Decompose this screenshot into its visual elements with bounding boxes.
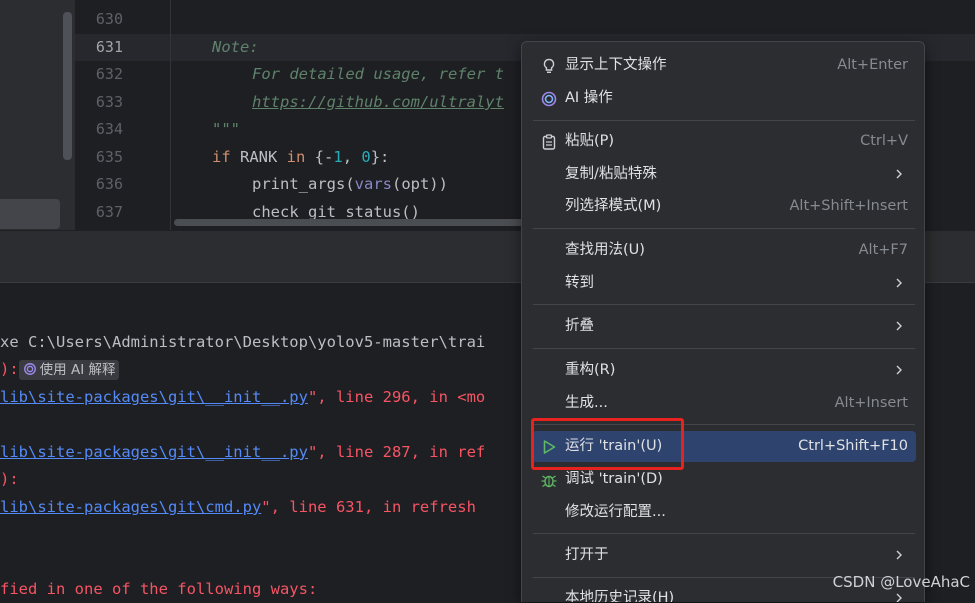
console-line: lib\site-packages\git\__init__.py", line… (0, 384, 485, 411)
menu-item-label: 修改运行配置... (565, 504, 666, 520)
menu-item-shortcut: Alt+Shift+Insert (789, 198, 908, 214)
menu-item-label: 复制/粘贴特殊 (565, 166, 657, 182)
ai-explain-label: 使用 AI 解释 (39, 361, 116, 378)
console-line: lib\site-packages\git\__init__.py", line… (0, 439, 485, 466)
chevron-right-icon (896, 278, 902, 288)
call-print-args: print_args( (252, 175, 355, 193)
set-open: {- (305, 148, 334, 166)
menu-item-folding[interactable]: 折叠 (532, 311, 916, 342)
project-panel-selected-item[interactable] (0, 199, 60, 229)
line-number-current: 631 (95, 38, 123, 56)
lightbulb-icon (543, 58, 555, 74)
menu-separator (533, 120, 915, 121)
line-number: 634 (95, 120, 123, 138)
line-number: 636 (95, 175, 123, 193)
chevron-right-icon (896, 365, 902, 375)
menu-item-label: 转到 (565, 275, 594, 291)
watermark: CSDN @LoveAhaC (832, 573, 970, 591)
console-line: fied in one of the following ways: (0, 580, 318, 598)
console-line: ): (0, 470, 19, 488)
code-line-635[interactable]: if RANK in {-1, 0}: (212, 144, 389, 171)
menu-item-column-selection[interactable]: 列选择模式(M) Alt+Shift+Insert (532, 191, 916, 222)
traceback-file-link[interactable]: lib\site-packages\git\__init__.py (0, 388, 308, 406)
code-line-631[interactable]: Note: (212, 34, 259, 61)
menu-item-label: AI 操作 (565, 90, 613, 106)
line-number: 632 (95, 65, 123, 83)
ai-spiral-icon (541, 91, 557, 107)
chevron-right-icon (896, 550, 902, 560)
traceback-file-link[interactable]: lib\site-packages\git\__init__.py (0, 443, 308, 461)
line-number: 637 (95, 203, 123, 221)
menu-item-modify-run-config[interactable]: 修改运行配置... (532, 497, 916, 528)
menu-item-shortcut: Alt+Enter (837, 57, 908, 73)
identifier-rank: RANK (230, 148, 287, 166)
chevron-right-icon (896, 321, 902, 331)
comma: , (342, 148, 362, 166)
line-number: 633 (95, 93, 123, 111)
code-line-632[interactable]: For detailed usage, refer t (252, 61, 504, 88)
ai-explain-button[interactable]: 使用 AI 解释 (18, 359, 120, 380)
menu-item-find-usages[interactable]: 查找用法(U) Alt+F7 (532, 235, 916, 266)
number-literal: 0 (361, 148, 371, 166)
indent-guide (170, 0, 171, 230)
menu-item-shortcut: Alt+F7 (858, 242, 908, 258)
project-panel[interactable] (0, 0, 75, 230)
menu-item-goto[interactable]: 转到 (532, 268, 916, 299)
menu-item-shortcut: Ctrl+Shift+F10 (798, 438, 908, 454)
bug-icon (541, 475, 557, 488)
console-line: ): 使用 AI 解释 (0, 356, 120, 383)
menu-item-open-in[interactable]: 打开于 (532, 540, 916, 571)
menu-item-label: 查找用法(U) (565, 242, 645, 258)
code-line-633-link[interactable]: https://github.com/ultralyt (252, 89, 504, 116)
menu-item-shortcut: Ctrl+V (860, 133, 908, 149)
menu-item-show-context-actions[interactable]: 显示上下文操作 Alt+Enter (532, 50, 916, 81)
console-line: lib\site-packages\git\cmd.py", line 631,… (0, 494, 476, 521)
code-line-634[interactable]: """ (212, 116, 240, 143)
line-number: 635 (95, 148, 123, 166)
menu-item-generate[interactable]: 生成... Alt+Insert (532, 388, 916, 419)
menu-separator (533, 533, 915, 534)
menu-item-label: 重构(R) (565, 362, 616, 378)
set-close: }: (370, 148, 390, 166)
line-number: 630 (95, 10, 123, 28)
ai-spiral-icon (23, 362, 36, 375)
line-number-gutter[interactable]: 630 631 632 633 634 635 636 637 (75, 0, 170, 230)
console-text: ", line 631, in refresh (261, 498, 476, 516)
menu-separator (533, 348, 915, 349)
console-text: ): (0, 360, 19, 378)
keyword-in: in (286, 148, 306, 166)
menu-item-refactor[interactable]: 重构(R) (532, 355, 916, 386)
annotation-highlight-box (531, 418, 684, 470)
menu-item-label: 本地历史记录(H) (565, 590, 675, 602)
code-line-636[interactable]: print_args(vars(opt)) (252, 171, 448, 198)
menu-item-label: 打开于 (565, 547, 609, 563)
menu-separator (533, 304, 915, 305)
console-text: ", line 296, in <mo (307, 388, 486, 406)
clipboard-icon (542, 134, 556, 150)
menu-item-copy-paste-special[interactable]: 复制/粘贴特殊 (532, 159, 916, 190)
menu-item-ai-actions[interactable]: AI 操作 (532, 83, 916, 114)
project-panel-scrollbar[interactable] (63, 12, 72, 160)
number-literal: 1 (333, 148, 343, 166)
console-line: xe C:\Users\Administrator\Desktop\yolov5… (0, 333, 486, 351)
menu-item-label: 折叠 (565, 318, 594, 334)
traceback-file-link[interactable]: lib\site-packages\git\cmd.py (0, 498, 261, 516)
chevron-right-icon (896, 593, 902, 602)
menu-item-paste[interactable]: 粘贴(P) Ctrl+V (532, 126, 916, 157)
menu-item-label: 列选择模式(M) (565, 198, 662, 214)
editor-horizontal-scrollbar[interactable] (174, 219, 534, 226)
menu-item-label: 粘贴(P) (565, 133, 615, 149)
menu-separator (533, 228, 915, 229)
keyword-if: if (212, 148, 231, 166)
menu-item-label: 显示上下文操作 (565, 57, 667, 73)
editor-context-menu[interactable]: 显示上下文操作 Alt+Enter AI 操作 粘贴(P) Ctrl+V 复制/… (521, 41, 925, 602)
menu-item-shortcut: Alt+Insert (834, 395, 908, 411)
console-text: ", line 287, in ref (307, 443, 486, 461)
builtin-vars: vars (354, 175, 392, 193)
call-args: (opt)) (391, 175, 448, 193)
chevron-right-icon (896, 169, 902, 179)
menu-item-label: 生成... (565, 395, 608, 411)
